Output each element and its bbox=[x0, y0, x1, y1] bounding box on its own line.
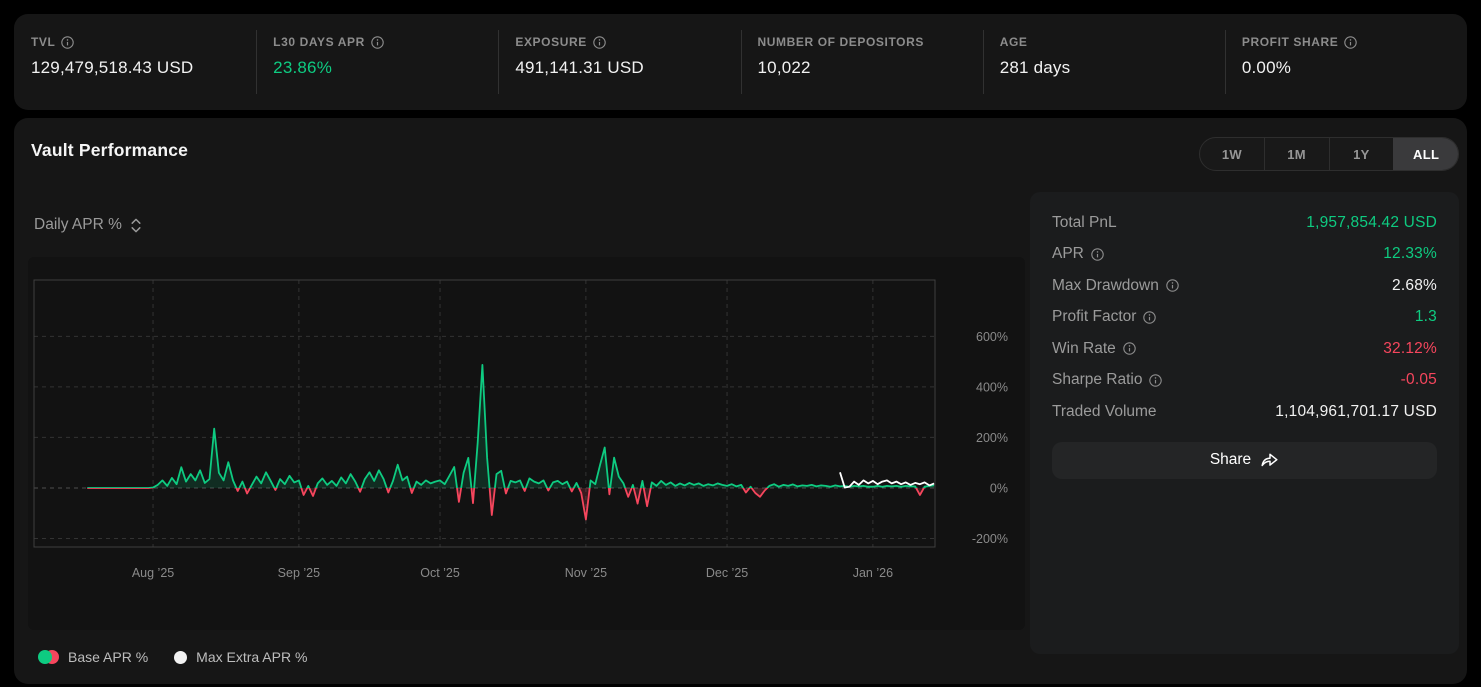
stat-label: PROFIT SHARE bbox=[1242, 35, 1339, 49]
info-icon[interactable] bbox=[61, 36, 74, 49]
share-arrow-icon bbox=[1260, 452, 1279, 468]
svg-text:Sep ’25: Sep ’25 bbox=[278, 566, 320, 580]
range-button-1m[interactable]: 1M bbox=[1264, 138, 1329, 170]
stat-value: 10,022 bbox=[758, 58, 983, 78]
info-icon[interactable] bbox=[1344, 36, 1357, 49]
svg-text:0%: 0% bbox=[990, 481, 1008, 495]
metric-label: Max Drawdown bbox=[1052, 277, 1159, 295]
svg-text:Dec ’25: Dec ’25 bbox=[706, 566, 748, 580]
legend-item-max-extra-apr[interactable]: Max Extra APR % bbox=[174, 649, 307, 665]
metric-row-apr: APR 12.33% bbox=[1052, 239, 1437, 271]
stat-exposure: EXPOSURE 491,141.31 USD bbox=[498, 14, 740, 110]
metric-label: Win Rate bbox=[1052, 340, 1116, 358]
stat-label: AGE bbox=[1000, 35, 1028, 49]
metric-label: Traded Volume bbox=[1052, 403, 1157, 421]
svg-text:Oct ’25: Oct ’25 bbox=[420, 566, 460, 580]
metric-value: 2.68% bbox=[1392, 277, 1437, 295]
svg-text:Aug ’25: Aug ’25 bbox=[132, 566, 174, 580]
svg-text:Jan ’26: Jan ’26 bbox=[853, 566, 893, 580]
share-button-label: Share bbox=[1210, 451, 1251, 469]
max-extra-apr-swatch-icon bbox=[174, 651, 187, 664]
info-icon[interactable] bbox=[1123, 342, 1136, 355]
info-icon[interactable] bbox=[1166, 279, 1179, 292]
chart-legend: Base APR % Max Extra APR % bbox=[38, 649, 307, 665]
metric-value: -0.05 bbox=[1401, 371, 1437, 389]
stat-label: TVL bbox=[31, 35, 55, 49]
legend-label: Base APR % bbox=[68, 649, 148, 665]
metric-row-total-pnl: Total PnL 1,957,854.42 USD bbox=[1052, 207, 1437, 239]
stat-label: EXPOSURE bbox=[515, 35, 587, 49]
metric-label: Total PnL bbox=[1052, 214, 1117, 232]
metric-value: 1,957,854.42 USD bbox=[1306, 214, 1437, 232]
stats-bar: TVL 129,479,518.43 USD L30 DAYS APR 23.8… bbox=[14, 14, 1467, 110]
stat-profit-share: PROFIT SHARE 0.00% bbox=[1225, 14, 1467, 110]
svg-text:400%: 400% bbox=[976, 380, 1008, 394]
apr-chart[interactable]: 600% 400% 200% 0% -200% Aug ’25 Sep ’25 Oct ’25… bbox=[28, 257, 1025, 630]
apr-chart-panel: 600% 400% 200% 0% -200% Aug ’25 Sep ’25 Oct ’25… bbox=[28, 257, 1025, 630]
metric-label: APR bbox=[1052, 245, 1084, 263]
metric-value: 32.12% bbox=[1383, 340, 1437, 358]
metric-value: 12.33% bbox=[1383, 245, 1437, 263]
metric-label: Profit Factor bbox=[1052, 308, 1136, 326]
info-icon[interactable] bbox=[1149, 374, 1162, 387]
info-icon[interactable] bbox=[371, 36, 384, 49]
range-button-all[interactable]: ALL bbox=[1393, 138, 1458, 170]
time-range-control: 1W 1M 1Y ALL bbox=[1199, 137, 1459, 171]
vault-dashboard: TVL 129,479,518.43 USD L30 DAYS APR 23.8… bbox=[0, 0, 1481, 687]
page-title: Vault Performance bbox=[31, 140, 188, 161]
stat-l30-apr: L30 DAYS APR 23.86% bbox=[256, 14, 498, 110]
legend-item-base-apr[interactable]: Base APR % bbox=[38, 649, 148, 665]
metric-row-max-drawdown: Max Drawdown 2.68% bbox=[1052, 270, 1437, 302]
info-icon[interactable] bbox=[593, 36, 606, 49]
stat-age: AGE 281 days bbox=[983, 14, 1225, 110]
svg-text:600%: 600% bbox=[976, 330, 1008, 344]
metric-row-sharpe-ratio: Sharpe Ratio -0.05 bbox=[1052, 365, 1437, 397]
performance-metrics-panel: Total PnL 1,957,854.42 USD APR 12.33% Ma… bbox=[1030, 192, 1459, 654]
stat-value: 491,141.31 USD bbox=[515, 58, 740, 78]
stat-value: 0.00% bbox=[1242, 58, 1467, 78]
legend-label: Max Extra APR % bbox=[196, 649, 307, 665]
stat-label: L30 DAYS APR bbox=[273, 35, 365, 49]
stat-value: 281 days bbox=[1000, 58, 1225, 78]
metric-value: 1.3 bbox=[1415, 308, 1437, 326]
svg-text:Nov ’25: Nov ’25 bbox=[565, 566, 607, 580]
stat-label: NUMBER OF DEPOSITORS bbox=[758, 35, 924, 49]
metric-label: Sharpe Ratio bbox=[1052, 371, 1142, 389]
metric-row-win-rate: Win Rate 32.12% bbox=[1052, 333, 1437, 365]
svg-text:-200%: -200% bbox=[972, 532, 1008, 546]
range-button-1w[interactable]: 1W bbox=[1200, 138, 1264, 170]
sort-arrows-icon bbox=[130, 217, 142, 234]
metric-row-traded-volume: Traded Volume 1,104,961,701.17 USD bbox=[1052, 396, 1437, 428]
info-icon[interactable] bbox=[1091, 248, 1104, 261]
stat-tvl: TVL 129,479,518.43 USD bbox=[14, 14, 256, 110]
svg-text:200%: 200% bbox=[976, 431, 1008, 445]
info-icon[interactable] bbox=[1143, 311, 1156, 324]
metric-row-profit-factor: Profit Factor 1.3 bbox=[1052, 302, 1437, 334]
range-button-1y[interactable]: 1Y bbox=[1329, 138, 1394, 170]
metric-value: 1,104,961,701.17 USD bbox=[1275, 403, 1437, 421]
stat-depositors: NUMBER OF DEPOSITORS 10,022 bbox=[741, 14, 983, 110]
metric-selector[interactable]: Daily APR % bbox=[34, 216, 142, 234]
stat-value: 129,479,518.43 USD bbox=[31, 58, 256, 78]
vault-performance-card: Vault Performance 1W 1M 1Y ALL Daily APR… bbox=[14, 118, 1467, 684]
stat-value: 23.86% bbox=[273, 58, 498, 78]
share-button[interactable]: Share bbox=[1052, 442, 1437, 479]
base-apr-swatch-icon bbox=[38, 650, 59, 664]
metric-selector-label: Daily APR % bbox=[34, 216, 122, 234]
